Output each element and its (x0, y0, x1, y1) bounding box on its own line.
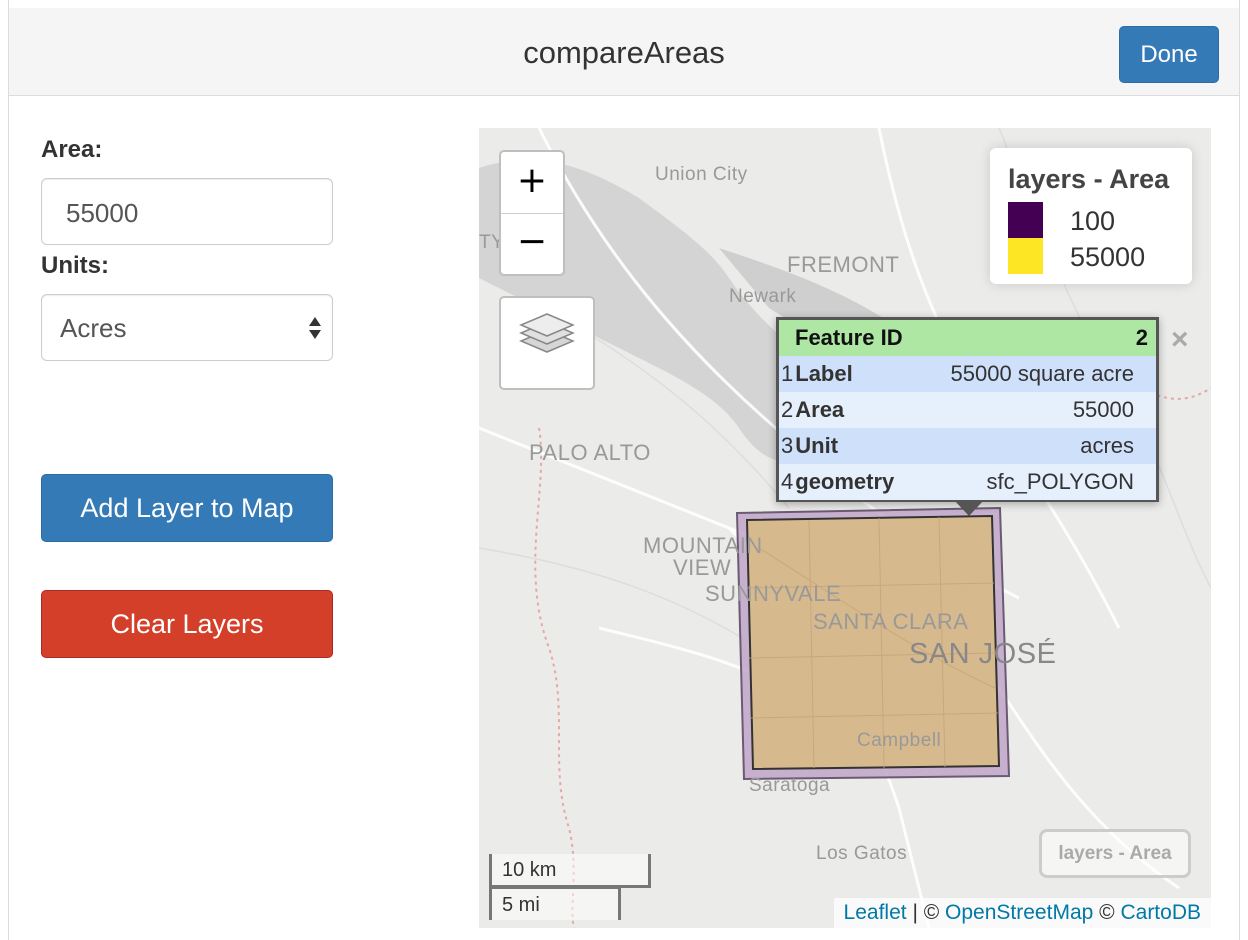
label-santa-clara: SANTA CLARA (813, 609, 969, 634)
table-row: 2 Area 55000 (779, 392, 1156, 428)
table-row: 1 Label 55000 square acre (779, 356, 1156, 392)
row-key: Area (793, 392, 920, 428)
attribution-sep-2: © (1093, 901, 1121, 924)
feature-popup: Feature ID 2 1 Label 55000 square acre 2… (776, 317, 1159, 502)
row-number: 4 (779, 464, 794, 500)
add-layer-button[interactable]: Add Layer to Map (41, 474, 333, 542)
area-label: Area: (41, 136, 103, 163)
feature-id-key: Feature ID (779, 320, 920, 356)
popup-close-icon[interactable]: × (1171, 323, 1189, 357)
label-san-jose: SAN JOSÉ (909, 638, 1057, 670)
map-legend: layers - Area 100 55000 (990, 148, 1192, 284)
layers-control-button[interactable] (499, 296, 595, 390)
label-union-city: Union City (655, 164, 748, 185)
label-fremont: FREMONT (787, 252, 900, 277)
select-arrows-icon (309, 317, 321, 339)
row-key: Unit (793, 428, 920, 464)
area-input-value: 55000 (66, 198, 139, 228)
units-select[interactable]: Acres (41, 294, 333, 361)
legend-label-100: 100 (1070, 206, 1116, 236)
leaflet-link[interactable]: Leaflet (844, 901, 907, 924)
row-number: 1 (779, 356, 794, 392)
scale-bar-mi: 5 mi (489, 886, 621, 920)
feature-table-header: Feature ID 2 (779, 320, 1156, 356)
gadget-title-bar: compareAreas Done (9, 8, 1239, 96)
zoom-out-button[interactable]: − (501, 213, 563, 274)
clear-layers-button[interactable]: Clear Layers (41, 590, 333, 658)
legend-swatch-100 (1008, 202, 1043, 238)
label-los-gatos: Los Gatos (816, 843, 908, 864)
row-value: 55000 square acre (919, 356, 1156, 392)
app-window: compareAreas Done Area: 55000 Units: Acr… (8, 0, 1240, 940)
done-button[interactable]: Done (1119, 26, 1219, 83)
row-number: 3 (779, 428, 794, 464)
table-row: 3 Unit acres (779, 428, 1156, 464)
units-label: Units: (41, 252, 109, 279)
table-row: 4 geometry sfc_POLYGON (779, 464, 1156, 500)
row-number: 2 (779, 392, 794, 428)
label-newark: Newark (729, 286, 797, 307)
feature-id-value: 2 (919, 320, 1156, 356)
map-attribution: Leaflet | © OpenStreetMap © CartoDB (833, 898, 1211, 928)
page-title: compareAreas (523, 35, 725, 70)
row-value: sfc_POLYGON (919, 464, 1156, 500)
layers-stack-icon (519, 313, 575, 353)
attribution-sep-1: | © (906, 901, 946, 924)
row-key: geometry (793, 464, 920, 500)
legend-label-55000: 55000 (1070, 242, 1146, 272)
layer-toggle-button[interactable]: layers - Area (1039, 829, 1191, 878)
label-palo-alto: PALO ALTO (529, 440, 651, 465)
popup-tip (954, 500, 984, 516)
area-input[interactable]: 55000 (41, 178, 333, 245)
cartodb-link[interactable]: CartoDB (1120, 901, 1201, 924)
label-campbell: Campbell (857, 730, 942, 751)
map[interactable]: Union City TY FREMONT Newark PALO ALTO M… (479, 128, 1211, 928)
feature-table: Feature ID 2 1 Label 55000 square acre 2… (779, 320, 1156, 500)
zoom-control: + − (499, 150, 565, 276)
osm-link[interactable]: OpenStreetMap (945, 901, 1093, 924)
zoom-in-button[interactable]: + (501, 152, 563, 214)
units-selected-value: Acres (60, 313, 127, 343)
label-view: VIEW (673, 555, 732, 580)
legend-swatch-55000 (1008, 238, 1043, 274)
scale-bar-km: 10 km (489, 854, 651, 888)
row-value: 55000 (919, 392, 1156, 428)
row-value: acres (919, 428, 1156, 464)
row-key: Label (793, 356, 920, 392)
legend-title: layers - Area (1008, 164, 1170, 194)
label-saratoga: Saratoga (749, 775, 831, 796)
label-sunnyvale: SUNNYVALE (705, 581, 842, 606)
